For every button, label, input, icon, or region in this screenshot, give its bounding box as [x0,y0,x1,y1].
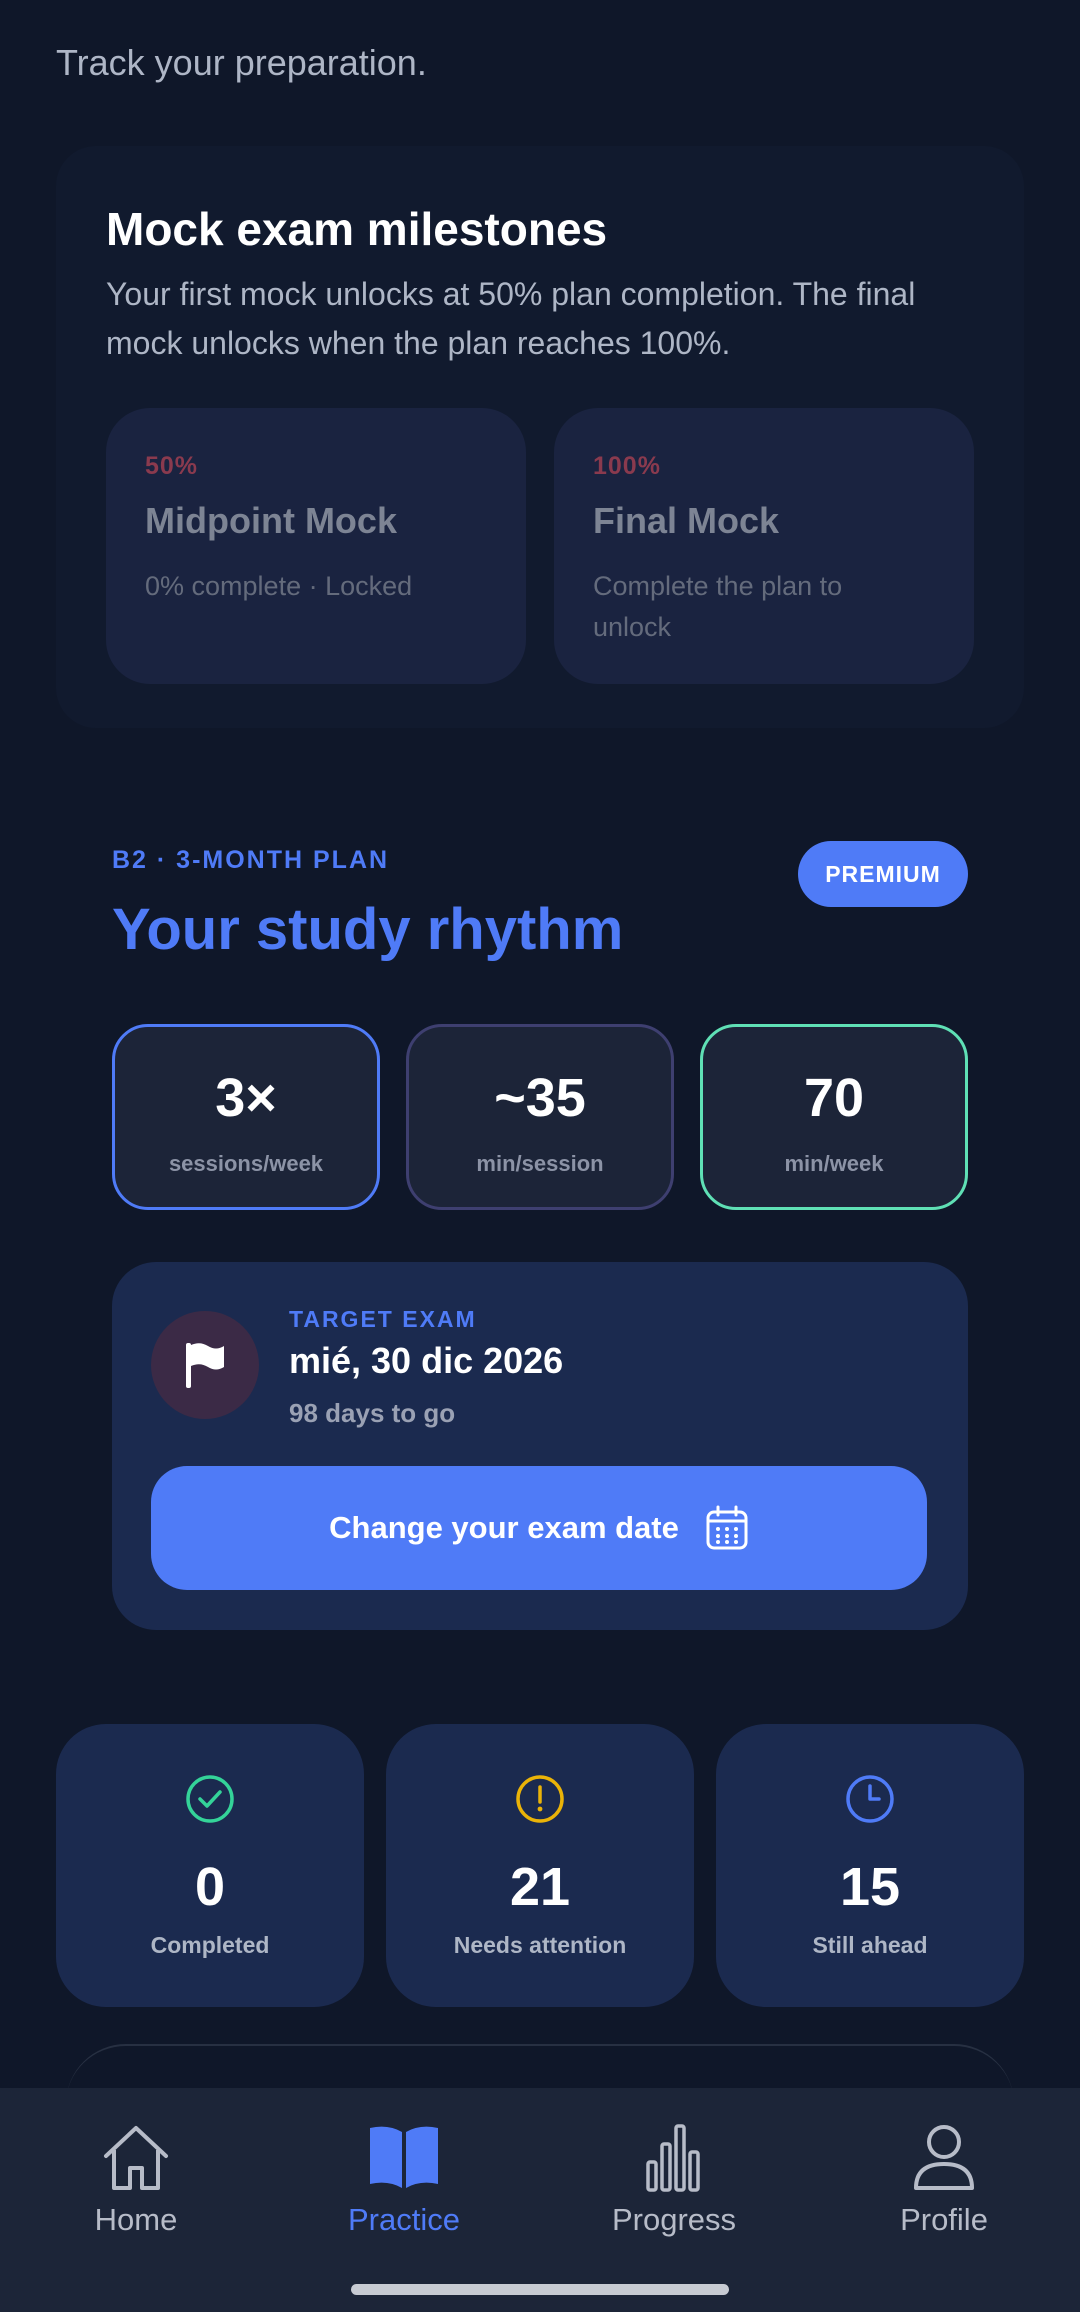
user-icon [914,2125,974,2190]
nav-label: Home [94,2202,178,2237]
summary-label: Completed [150,1932,270,1958]
clock-icon [846,1775,894,1823]
change-exam-date-button[interactable]: Change your exam date [151,1466,927,1590]
bottom-nav: Home Practice Progress Profile [0,2088,1080,2312]
header-subtitle: Track your preparation. [56,42,427,83]
target-exam-date: mié, 30 dic 2026 [289,1340,564,1381]
summary-needs-attention[interactable]: 21 Needs attention [386,1724,694,2007]
study-rhythm-title: Your study rhythm [112,897,624,962]
nav-profile[interactable]: Profile [844,2122,1044,2252]
final-mock-card[interactable]: 100% Final Mock Complete the plan to unl… [554,408,974,684]
stat-minutes-per-session: ~35 min/session [406,1024,674,1210]
mock-status: Complete the plan to unlock [593,571,843,642]
home-icon [104,2126,168,2190]
stat-value: 3× [215,1068,277,1128]
summary-label: Needs attention [453,1932,627,1958]
stat-sessions-per-week: 3× sessions/week [112,1024,380,1210]
flag-icon [151,1311,259,1419]
nav-home[interactable]: Home [36,2122,236,2252]
stat-value: 70 [803,1068,865,1128]
premium-badge: PREMIUM [798,841,968,907]
mock-unlock-percent: 50% [145,452,199,480]
nav-practice[interactable]: Practice [304,2122,504,2252]
nav-label: Progress [611,2202,737,2237]
target-exam-card: TARGET EXAM mié, 30 dic 2026 98 days to … [112,1262,968,1630]
screen: Track your preparation. Mock exam milest… [0,0,1080,2312]
plan-label: B2 · 3-MONTH PLAN [112,846,390,874]
home-indicator[interactable] [351,2284,729,2295]
nav-label: Profile [900,2202,988,2237]
stat-value: ~35 [494,1068,586,1128]
days-to-go: 98 days to go [289,1398,456,1428]
summary-label: Still ahead [812,1932,928,1958]
bar-chart-icon [646,2124,700,2192]
stat-label: sessions/week [168,1151,324,1176]
midpoint-mock-card[interactable]: 50% Midpoint Mock 0% complete · Locked [106,408,526,684]
summary-value: 15 [839,1857,901,1917]
calendar-icon [706,1505,748,1550]
check-circle-icon [186,1775,234,1823]
nav-label: Practice [348,2202,460,2237]
milestones-title: Mock exam milestones [106,203,608,255]
target-exam-label: TARGET EXAM [289,1306,477,1332]
summary-completed[interactable]: 0 Completed [56,1724,364,2007]
mock-unlock-percent: 100% [593,452,661,480]
summary-value: 21 [509,1857,571,1917]
mock-milestones-card: Mock exam milestones Your first mock unl… [56,146,1024,728]
stat-label: min/week [784,1151,884,1176]
nav-progress[interactable]: Progress [574,2122,774,2252]
stat-label: min/session [476,1151,604,1176]
summary-value: 0 [194,1857,226,1917]
milestones-description: Your first mock unlocks at 50% plan comp… [106,276,916,361]
book-icon [370,2126,438,2188]
exclamation-circle-icon [516,1775,564,1823]
mock-status: 0% complete · Locked [145,571,413,601]
stat-minutes-per-week: 70 min/week [700,1024,968,1210]
summary-still-ahead[interactable]: 15 Still ahead [716,1724,1024,2007]
change-exam-date-label: Change your exam date [329,1510,679,1545]
mock-name: Final Mock [593,500,780,541]
mock-name: Midpoint Mock [145,500,397,541]
